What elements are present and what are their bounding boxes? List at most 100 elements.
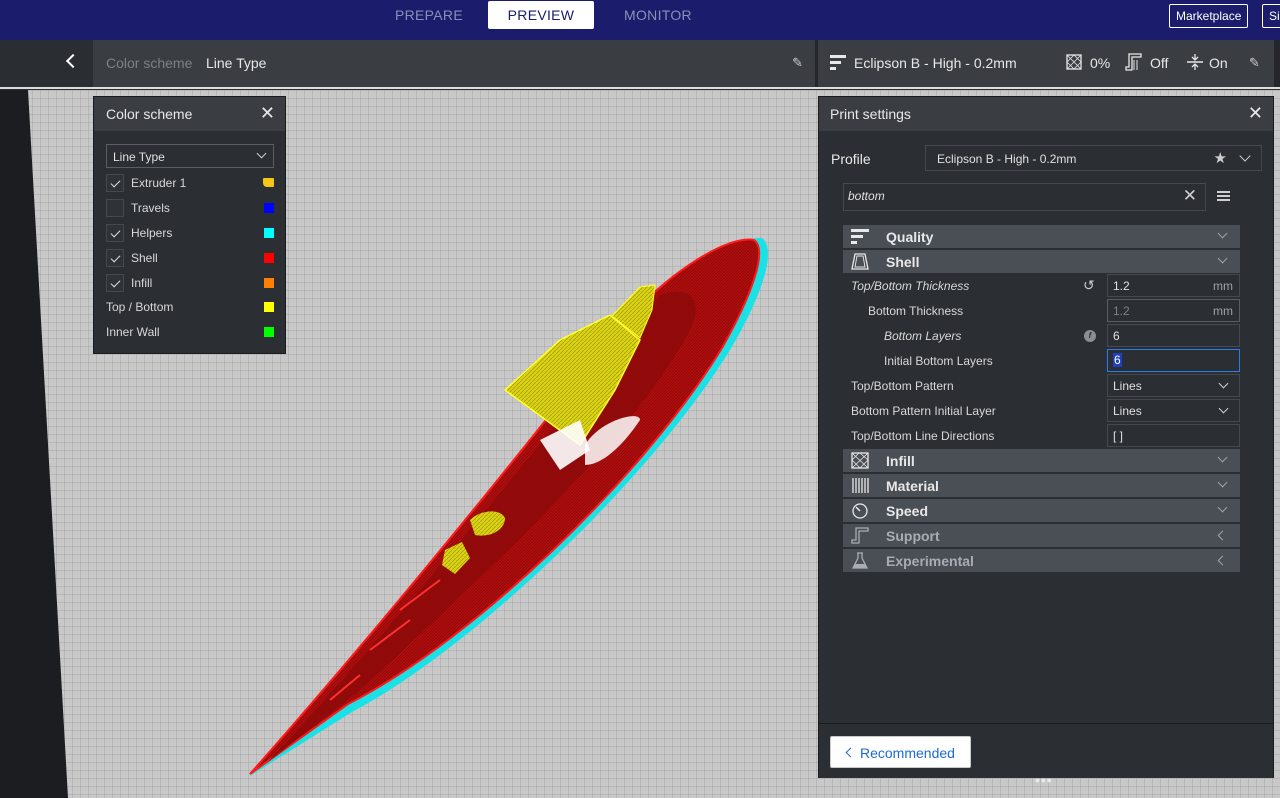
shell-icon (851, 253, 869, 270)
profile-label: Profile (831, 151, 871, 167)
top-bottom-pattern-dropdown[interactable]: Lines (1107, 374, 1240, 397)
recommended-button[interactable]: Recommended (830, 736, 971, 768)
header-divider (0, 87, 1280, 89)
chevron-down-icon (1217, 228, 1228, 239)
color-swatch (264, 203, 274, 213)
setting-bottom-thickness: Bottom Thickness 1.2 mm (843, 298, 1240, 323)
category-support[interactable]: Support (843, 524, 1240, 547)
marketplace-button[interactable]: Marketplace (1169, 4, 1249, 28)
input-value: 6 (1113, 329, 1120, 343)
top-bottom-thickness-input[interactable]: 1.2 mm (1107, 274, 1240, 297)
category-name: Experimental (886, 553, 974, 569)
category-shell[interactable]: Shell (843, 250, 1240, 273)
top-bottom-line-directions-input[interactable]: [ ] (1107, 424, 1240, 447)
category-name: Quality (886, 229, 934, 245)
tab-preview[interactable]: PREVIEW (488, 1, 594, 29)
sign-in-button[interactable]: Sig (1262, 4, 1280, 28)
reset-icon[interactable]: ↺ (1083, 277, 1095, 294)
clear-icon[interactable]: ✕ (1183, 186, 1197, 206)
initial-bottom-layers-input[interactable]: 6 (1107, 349, 1240, 372)
category-infill[interactable]: Infill (843, 449, 1240, 472)
infill-checkbox[interactable] (106, 274, 124, 292)
category-quality[interactable]: Quality (843, 225, 1240, 248)
material-icon (852, 478, 869, 493)
chevron-down-icon (256, 148, 267, 159)
support-icon (851, 527, 869, 544)
close-icon[interactable]: ✕ (1248, 103, 1263, 124)
dropdown-value: Lines (1113, 379, 1142, 393)
profile-dropdown[interactable]: Eclipson B - High - 0.2mm ★ (925, 145, 1262, 171)
legend-label: Travels (131, 201, 170, 215)
chevron-down-icon (1217, 477, 1228, 488)
category-material[interactable]: Material (843, 474, 1240, 497)
close-icon[interactable]: ✕ (260, 103, 275, 124)
legend-item-infill[interactable]: Infill (106, 273, 274, 293)
tab-prepare[interactable]: PREPARE (384, 1, 474, 29)
color-scheme-selector[interactable]: Color scheme Line Type ✎ (93, 40, 815, 88)
legend-label: Extruder 1 (131, 176, 187, 190)
print-settings-footer: Recommended (819, 723, 1273, 778)
bottom-thickness-input[interactable]: 1.2 mm (1107, 299, 1240, 322)
adhesion-value: On (1209, 55, 1228, 71)
setting-top-bottom-pattern: Top/Bottom Pattern Lines (843, 373, 1240, 398)
settings-search[interactable]: ✕ (843, 183, 1206, 211)
input-value: [ ] (1113, 429, 1124, 443)
chevron-left-icon (845, 747, 856, 758)
flask-icon (851, 552, 869, 569)
category-experimental[interactable]: Experimental (843, 549, 1240, 572)
top-nav-bar: PREPARE PREVIEW MONITOR Marketplace Sig (0, 0, 1280, 40)
input-unit: mm (1213, 304, 1233, 318)
bottom-layers-input[interactable]: 6 (1107, 324, 1240, 347)
color-swatch (264, 228, 274, 238)
category-name: Material (886, 478, 939, 494)
input-value: 6 (1113, 353, 1122, 367)
function-icon[interactable]: f (1084, 330, 1096, 342)
star-icon[interactable]: ★ (1214, 149, 1227, 167)
print-settings-summary[interactable]: Eclipson B - High - 0.2mm 0% Off On ✎ (818, 40, 1274, 88)
setting-bottom-pattern-initial-layer: Bottom Pattern Initial Layer Lines (843, 398, 1240, 423)
panel-resize-handle[interactable]: ••• (1035, 772, 1053, 788)
setting-label: Bottom Thickness (868, 304, 964, 318)
color-scheme-dropdown[interactable]: Line Type (106, 144, 274, 168)
print-settings-title: Print settings (830, 106, 911, 122)
category-name: Shell (886, 254, 920, 270)
pencil-icon[interactable]: ✎ (792, 55, 803, 71)
color-swatch (263, 178, 274, 187)
shell-checkbox[interactable] (106, 249, 124, 267)
category-speed[interactable]: Speed (843, 499, 1240, 522)
travels-checkbox[interactable] (106, 199, 124, 217)
legend-item-extruder-1[interactable]: Extruder 1 (106, 173, 274, 193)
extruder-1-checkbox[interactable] (106, 174, 124, 192)
hamburger-menu-icon[interactable] (1217, 191, 1230, 202)
legend-item-helpers[interactable]: Helpers (106, 223, 274, 243)
dropdown-value: Lines (1113, 404, 1142, 418)
bottom-pattern-initial-layer-dropdown[interactable]: Lines (1107, 399, 1240, 422)
infill-value: 0% (1090, 55, 1111, 71)
profile-dropdown-value: Eclipson B - High - 0.2mm (937, 152, 1077, 166)
legend-item-shell[interactable]: Shell (106, 248, 274, 268)
legend-item-travels[interactable]: Travels (106, 198, 274, 218)
setting-label: Bottom Pattern Initial Layer (851, 404, 996, 418)
legend-label: Inner Wall (106, 325, 160, 339)
chevron-down-icon (1217, 452, 1228, 463)
color-swatch (264, 253, 274, 263)
helpers-checkbox[interactable] (106, 224, 124, 242)
quality-icon (851, 229, 869, 244)
setting-top-bottom-line-directions: Top/Bottom Line Directions [ ] (843, 423, 1240, 448)
back-button[interactable] (0, 40, 93, 88)
settings-search-input[interactable] (848, 189, 1148, 203)
color-scheme-label: Color scheme (106, 55, 193, 71)
tab-monitor[interactable]: MONITOR (612, 1, 704, 29)
input-unit: mm (1213, 279, 1233, 293)
category-name: Infill (886, 453, 915, 469)
legend-label: Infill (131, 276, 153, 290)
color-scheme-panel-title: Color scheme (106, 106, 193, 122)
color-swatch (264, 327, 274, 337)
stage-header: Color scheme Line Type ✎ Eclipson B - Hi… (0, 40, 1280, 89)
chevron-down-icon (1218, 378, 1229, 389)
color-scheme-value: Line Type (206, 55, 267, 71)
legend-item-inner-wall: Inner Wall (106, 322, 274, 342)
setting-initial-bottom-layers: Initial Bottom Layers 6 (843, 348, 1240, 373)
color-swatch (264, 302, 274, 312)
pencil-icon[interactable]: ✎ (1249, 55, 1260, 71)
